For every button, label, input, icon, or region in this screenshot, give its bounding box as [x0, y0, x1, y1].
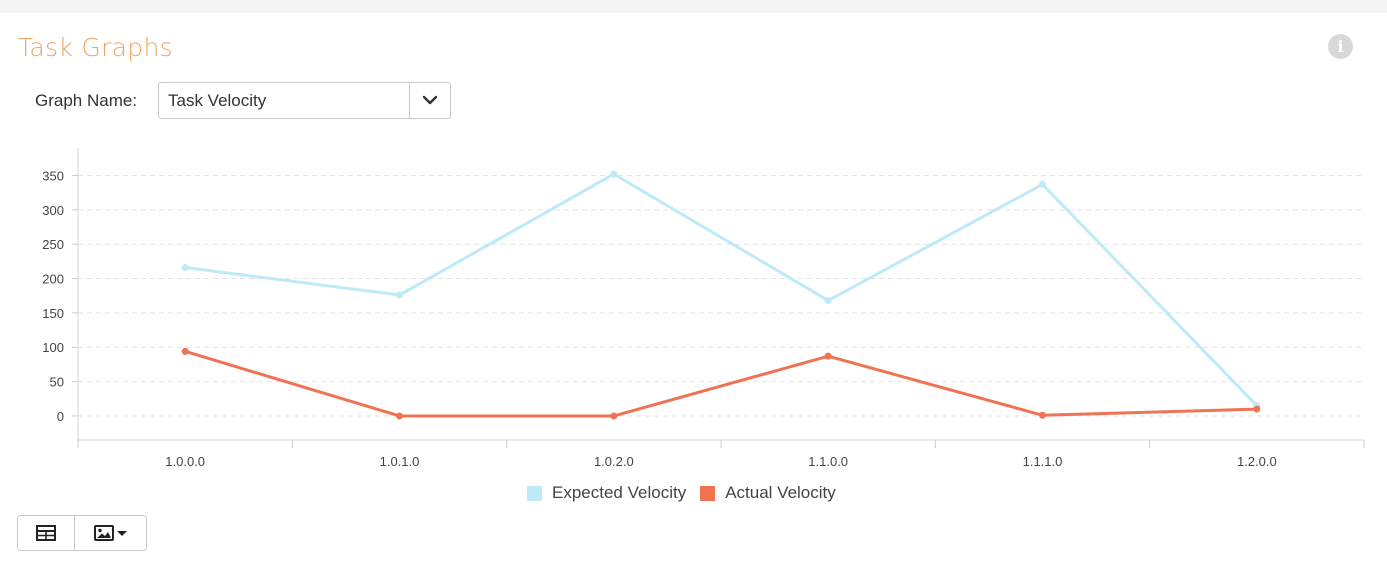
- y-tick-label: 50: [50, 375, 64, 390]
- data-point-actual: [610, 412, 618, 420]
- y-tick-label: 150: [42, 306, 64, 321]
- series-line-actual: [184, 349, 1257, 418]
- y-tick-label: 100: [42, 340, 64, 355]
- dropdown-toggle[interactable]: [409, 83, 450, 118]
- legend-swatch-expected: [527, 485, 542, 501]
- y-tick-label: 300: [42, 203, 64, 218]
- data-point-actual: [1039, 411, 1046, 419]
- chart-legend: Expected Velocity Actual Velocity: [527, 482, 850, 504]
- x-tick-label: 1.0.1.0: [380, 454, 420, 469]
- chart-toolbar: [17, 515, 147, 551]
- legend-swatch-actual: [700, 485, 716, 501]
- info-icon[interactable]: i: [1328, 34, 1353, 59]
- graph-name-value: Task Velocity: [168, 91, 267, 110]
- data-point-actual: [824, 352, 832, 360]
- table-icon: [36, 525, 56, 541]
- y-tick-label: 350: [42, 168, 64, 183]
- legend-item-expected[interactable]: Expected Velocity: [527, 483, 686, 503]
- graph-name-label: Graph Name:: [35, 91, 138, 110]
- x-tick-label: 1.1.1.0: [1023, 454, 1063, 469]
- data-point-expected: [1039, 180, 1046, 188]
- top-bar: [0, 0, 1387, 13]
- graph-name-select[interactable]: Task Velocity: [158, 82, 451, 119]
- chevron-down-icon: [422, 95, 438, 105]
- data-point-actual: [396, 412, 403, 420]
- image-export-button[interactable]: [74, 516, 146, 550]
- velocity-chart: 0 50 100 150 200 250 300 350 1.0.0.0 1.0.1.0 1.0.2…: [42, 148, 1365, 469]
- legend-item-actual[interactable]: Actual Velocity: [700, 483, 836, 503]
- data-point-expected: [396, 291, 403, 299]
- series-line-expected: [184, 172, 1258, 407]
- y-tick-label: 200: [42, 272, 64, 287]
- page-title: Task Graphs: [18, 33, 173, 62]
- image-icon: [93, 525, 127, 541]
- data-point-expected: [610, 170, 618, 178]
- x-tick-label: 1.0.0.0: [165, 454, 205, 469]
- x-tick-label: 1.1.0.0: [808, 454, 848, 469]
- data-point-expected: [181, 264, 189, 272]
- data-point-actual: [1253, 405, 1261, 413]
- table-view-button[interactable]: [18, 516, 74, 550]
- x-tick-label: 1.0.2.0: [594, 454, 634, 469]
- legend-label-expected: Expected Velocity: [552, 483, 687, 502]
- data-point-actual: [181, 347, 189, 355]
- data-point-expected: [824, 297, 832, 305]
- y-tick-label: 0: [57, 409, 64, 424]
- legend-label-actual: Actual Velocity: [725, 483, 836, 502]
- x-tick-label: 1.2.0.0: [1237, 454, 1277, 469]
- y-tick-label: 250: [42, 237, 64, 252]
